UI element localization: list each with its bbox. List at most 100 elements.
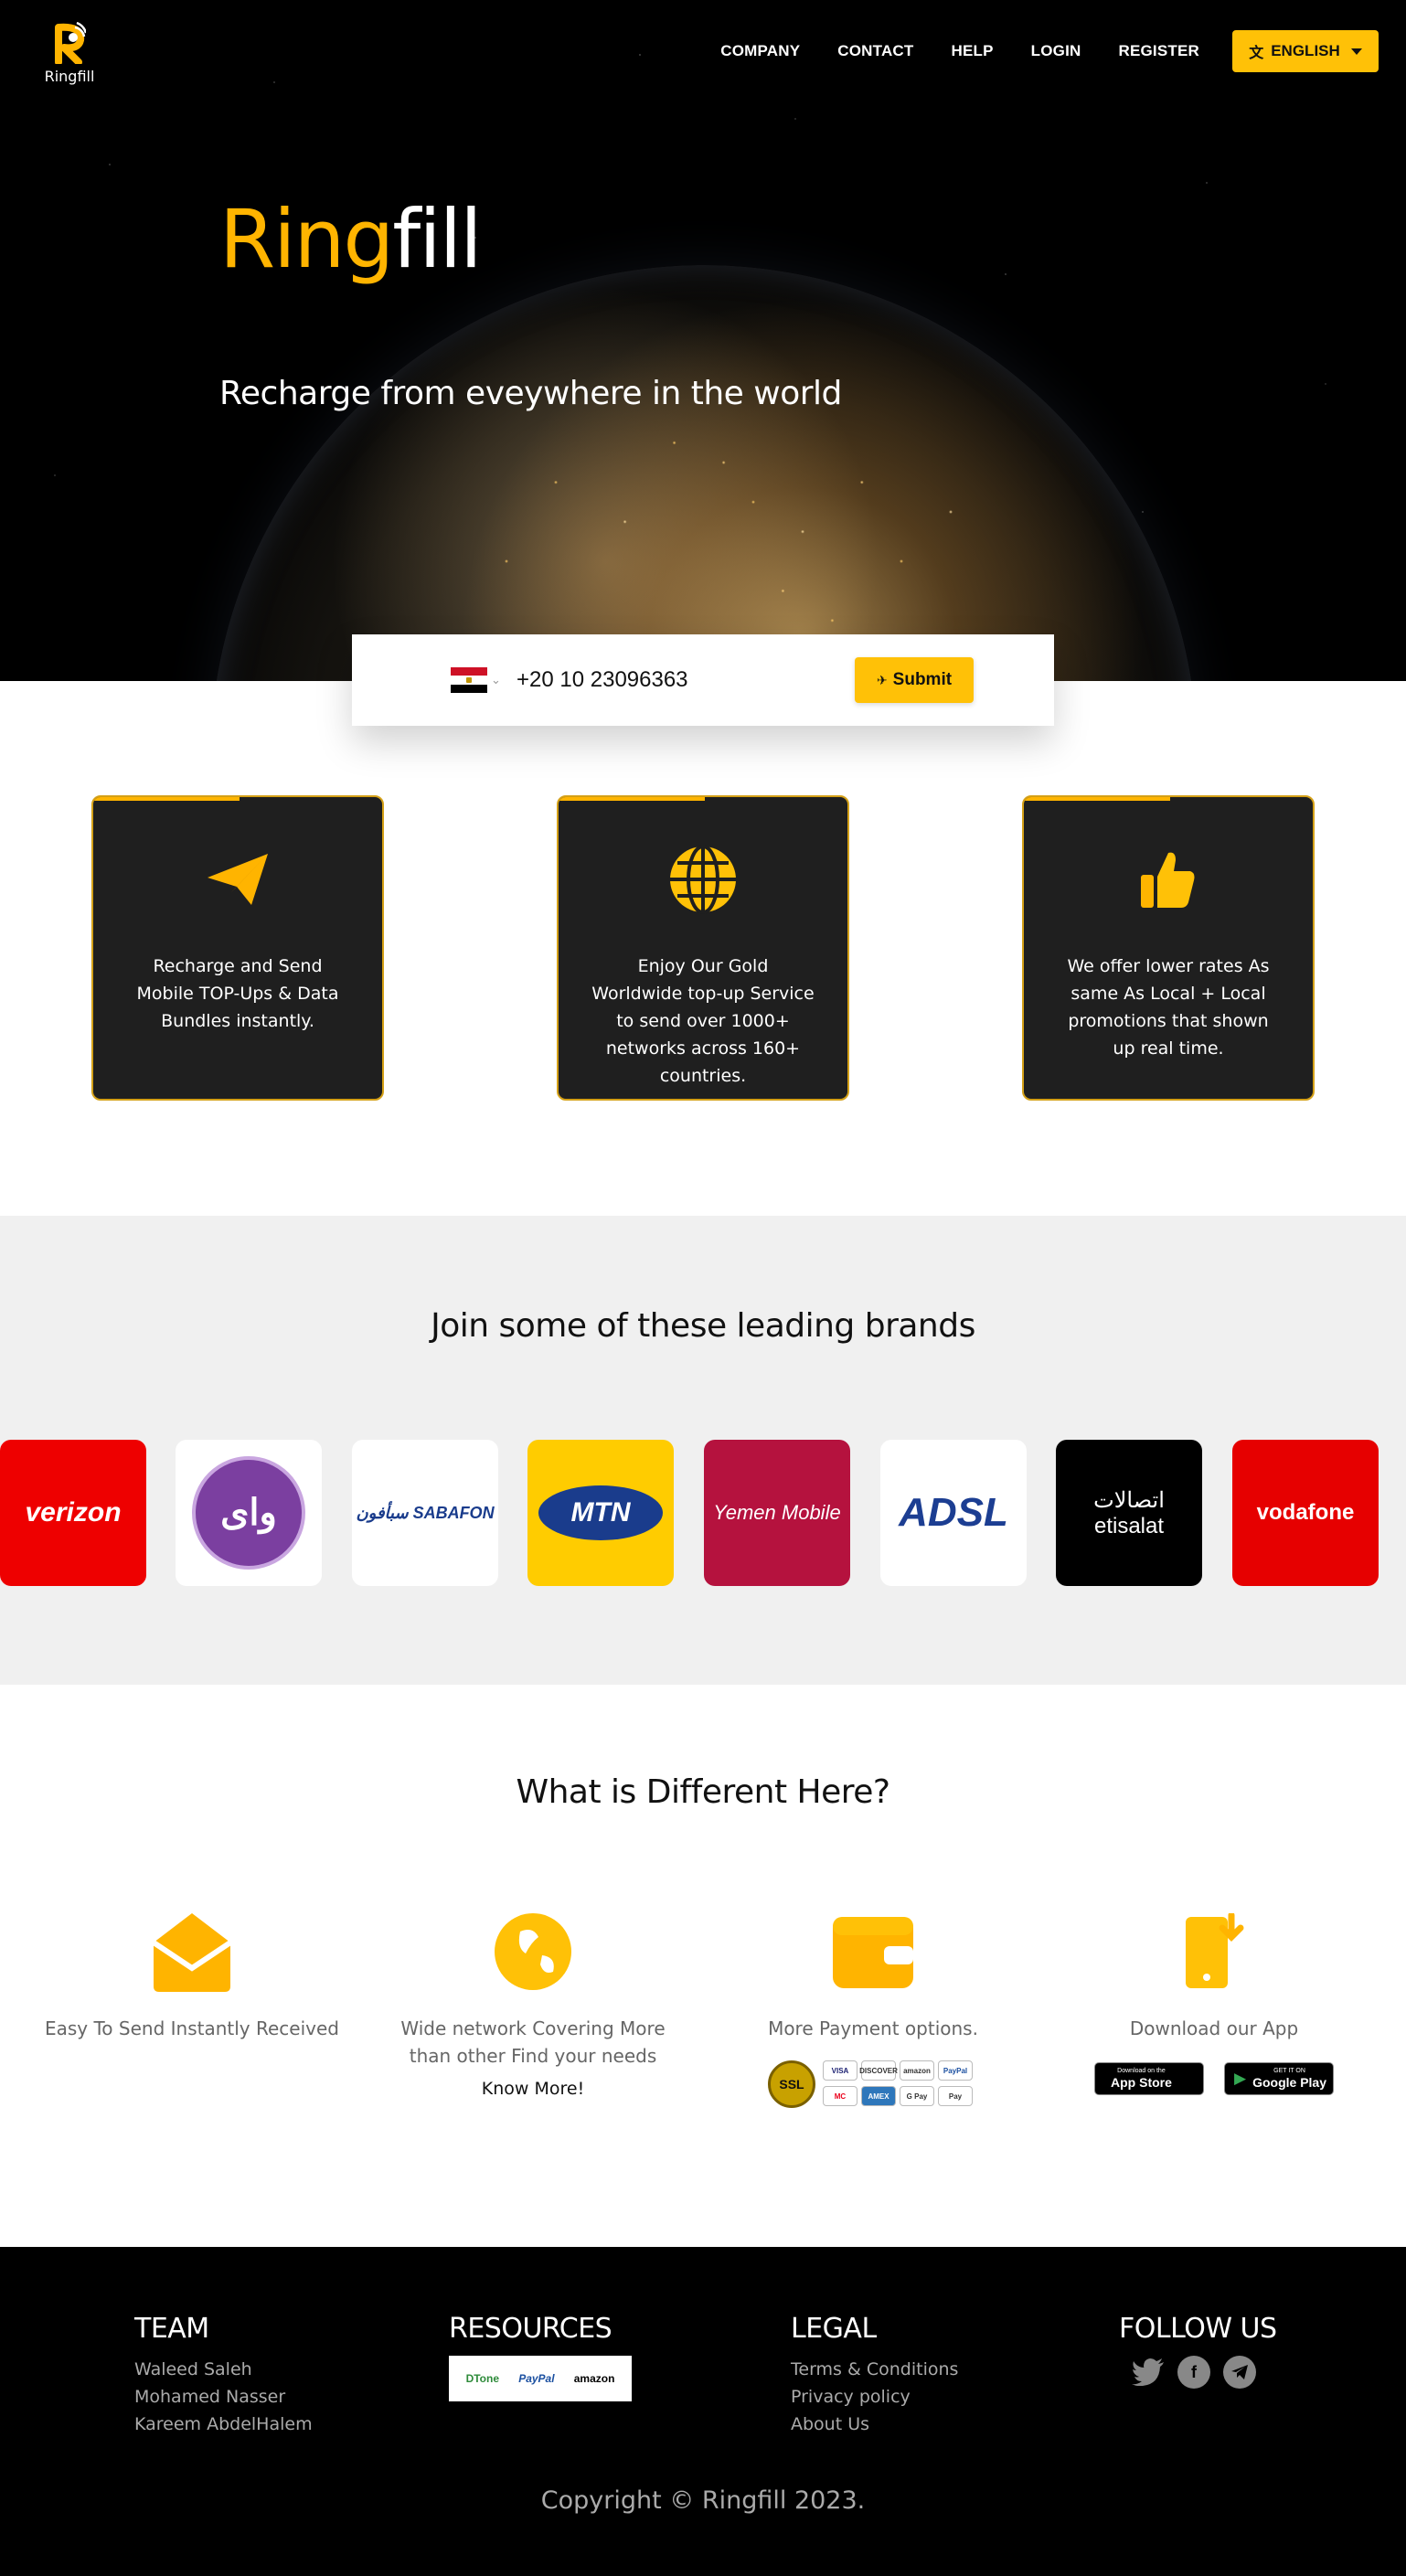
diff-item-network: Wide network Covering More than other Fi…: [378, 1901, 688, 2099]
nav-company-link[interactable]: COMPANY: [720, 42, 800, 60]
google-play-small: GET IT ON: [1273, 2068, 1305, 2074]
brand-label: سبأفون SABAFON: [356, 1503, 495, 1522]
diff-item-easy: Easy To Send Instantly Received: [37, 1901, 347, 2042]
phone-number-input[interactable]: [517, 660, 809, 700]
discover-icon: DISCOVER: [859, 2060, 898, 2081]
amex-icon: AMEX: [861, 2086, 896, 2106]
paper-plane-icon: [93, 843, 382, 916]
wai-logo: وای: [192, 1456, 305, 1570]
brand-label: ADSL: [899, 1490, 1008, 1535]
brand-etisalat[interactable]: اتصالات etisalat: [1056, 1440, 1202, 1586]
brand-vodafone[interactable]: vodafone: [1232, 1440, 1379, 1586]
brand-label: MTN: [570, 1497, 631, 1528]
brand-label: Yemen Mobile: [713, 1501, 841, 1524]
paypal-logo: PayPal: [518, 2372, 555, 2385]
feature-card-worldwide: Enjoy Our Gold Worldwide top-up Service …: [557, 795, 849, 1101]
footer-legal-title: LEGAL: [791, 2313, 877, 2345]
brand-verizon[interactable]: verizon: [0, 1440, 146, 1586]
footer-follow-title: FOLLOW US: [1119, 2313, 1277, 2345]
submit-label: Submit: [892, 670, 953, 689]
nav-register-link[interactable]: REGISTER: [1118, 42, 1199, 60]
brands-section: Join some of these leading brands verizo…: [0, 1216, 1406, 1685]
diff-label: Download our App: [1129, 2017, 1299, 2039]
different-title: What is Different Here?: [516, 1773, 890, 1811]
nav-links: COMPANY CONTACT HELP LOGIN REGISTER 文 EN…: [683, 29, 1406, 73]
google-pay-icon: G Pay: [900, 2086, 934, 2106]
earth-icon: [378, 1901, 688, 2002]
ringfill-logo-icon: [51, 16, 88, 66]
dtone-logo: DTone: [465, 2372, 500, 2385]
google-play-label: Google Play: [1252, 2075, 1326, 2090]
chevron-down-icon: [1350, 48, 1362, 55]
brand-wai[interactable]: وای: [176, 1440, 322, 1586]
brand-sabafon[interactable]: سبأفون SABAFON: [352, 1440, 498, 1586]
download-app-icon: [1059, 1901, 1369, 2002]
hero-section: Ringfill COMPANY CONTACT HELP LOGIN REGI…: [0, 0, 1406, 681]
logo[interactable]: Ringfill: [42, 16, 97, 95]
copyright-text: Copyright © Ringfill 2023.: [540, 2486, 866, 2515]
paypal-icon: PayPal: [938, 2060, 973, 2081]
submit-icon: ✈: [876, 672, 888, 687]
app-store-button[interactable]: Download on the App Store: [1094, 2062, 1204, 2095]
telegram-icon[interactable]: [1223, 2356, 1256, 2389]
payment-logos: SSL VISA DISCOVER amazon PayPal MC AMEX …: [768, 2057, 978, 2112]
footer-team: TEAM Waleed Saleh Mohamed Nasser Kareem …: [134, 2313, 313, 2438]
hero-title-fill: fill: [392, 192, 482, 286]
hero-title-ring: Ring: [219, 192, 394, 286]
brand-label: اتصالات etisalat: [1093, 1487, 1165, 1538]
twitter-icon[interactable]: [1132, 2356, 1165, 2389]
terms-link[interactable]: Terms & Conditions: [791, 2356, 958, 2383]
diff-label: More Payment options.: [768, 2017, 978, 2039]
diff-item-payment: More Payment options. SSL VISA DISCOVER …: [718, 1901, 1028, 2112]
feature-text: Enjoy Our Gold Worldwide top-up Service …: [591, 956, 815, 1086]
privacy-link[interactable]: Privacy policy: [791, 2383, 958, 2411]
store-buttons: Download on the App Store ▶ GET IT ON Goog…: [1059, 2062, 1369, 2095]
diff-label: Easy To Send Instantly Received: [44, 2017, 339, 2039]
translate-icon: 文: [1249, 46, 1264, 61]
nav-contact-link[interactable]: CONTACT: [837, 42, 913, 60]
brand-label: vodafone: [1256, 1500, 1355, 1525]
footer-team-title: TEAM: [134, 2313, 209, 2345]
globe-icon: [559, 843, 847, 916]
team-member: Mohamed Nasser: [134, 2387, 286, 2407]
thumbs-up-icon: [1024, 843, 1313, 916]
mtn-logo: MTN: [538, 1485, 663, 1540]
country-chevron-icon[interactable]: ⌄: [491, 673, 501, 687]
language-label: ENGLISH: [1271, 42, 1340, 59]
brand-mtn[interactable]: MTN: [527, 1440, 674, 1586]
hero-title: Ringfill: [219, 192, 483, 286]
diff-label: Wide network Covering More than other Fi…: [400, 2017, 666, 2067]
social-icons: f: [1119, 2356, 1277, 2389]
about-link[interactable]: About Us: [791, 2411, 958, 2438]
amazon-logo: amazon: [573, 2372, 615, 2385]
google-play-button[interactable]: ▶ GET IT ON Google Play: [1224, 2062, 1334, 2095]
team-member: Kareem AbdelHalem: [134, 2414, 313, 2434]
brand-adsl[interactable]: ADSL: [880, 1440, 1027, 1586]
footer-resources-title: RESOURCES: [449, 2313, 612, 2345]
feature-card-rates: We offer lower rates As same As Local + …: [1022, 795, 1315, 1101]
feature-card-instant: Recharge and Send Mobile TOP-Ups & Data …: [91, 795, 384, 1101]
footer: TEAM Waleed Saleh Mohamed Nasser Kareem …: [0, 2247, 1406, 2576]
footer-resources: RESOURCES DTone PayPal amazon: [449, 2313, 632, 2401]
hero-subtitle: Recharge from eveywhere in the world: [219, 375, 842, 412]
feature-text: We offer lower rates As same As Local + …: [1067, 956, 1270, 1059]
know-more-link[interactable]: Know More!: [378, 2079, 688, 2099]
brand-yemen-mobile[interactable]: Yemen Mobile: [704, 1440, 850, 1586]
app-store-label: App Store: [1111, 2075, 1172, 2090]
egypt-flag-icon[interactable]: [451, 667, 487, 693]
language-dropdown-button[interactable]: 文 ENGLISH: [1232, 30, 1379, 72]
brand-label: verizon: [25, 1497, 122, 1528]
partner-logos: DTone PayPal amazon: [449, 2356, 632, 2401]
logo-text: Ringfill: [44, 68, 95, 85]
footer-legal: LEGAL Terms & Conditions Privacy policy …: [791, 2313, 958, 2438]
ssl-badge-icon: SSL: [768, 2060, 815, 2108]
mastercard-icon: MC: [823, 2086, 857, 2106]
app-store-small: Download on the: [1117, 2068, 1166, 2074]
nav-login-link[interactable]: LOGIN: [1031, 42, 1081, 60]
submit-button[interactable]: ✈ Submit: [855, 657, 974, 703]
brand-label: وای: [220, 1493, 277, 1533]
nav-help-link[interactable]: HELP: [952, 42, 994, 60]
facebook-icon[interactable]: f: [1177, 2356, 1210, 2389]
apple-pay-icon: Pay: [938, 2086, 973, 2106]
amazon-pay-icon: amazon: [900, 2060, 934, 2081]
